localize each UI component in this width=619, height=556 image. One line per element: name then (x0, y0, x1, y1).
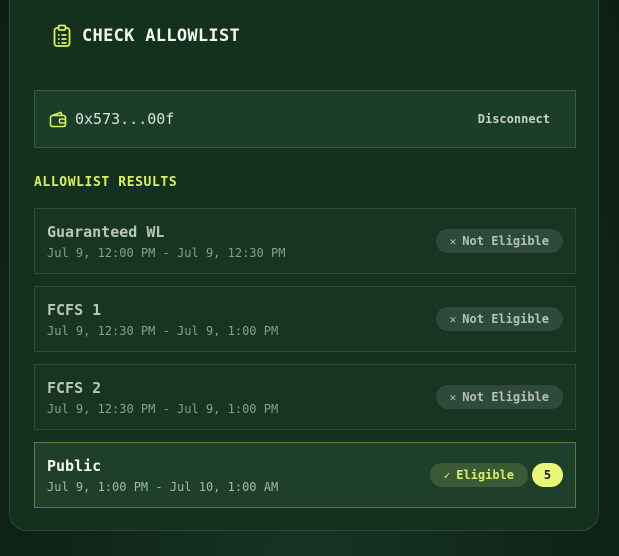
phase-time: Jul 9, 12:30 PM - Jul 9, 1:00 PM (47, 324, 279, 338)
phase-time: Jul 9, 1:00 PM - Jul 10, 1:00 AM (47, 480, 279, 494)
eligible-count-badge: 5 (532, 463, 563, 487)
status-badge: ✕ Not Eligible (435, 307, 563, 331)
allowlist-result-card: FCFS 2 Jul 9, 12:30 PM - Jul 9, 1:00 PM … (34, 364, 576, 430)
phase-name: FCFS 2 (47, 379, 102, 397)
status-badge: ✕ Not Eligible (435, 385, 563, 409)
phase-name: FCFS 1 (47, 301, 102, 319)
wallet-address: 0x573...00f (75, 110, 175, 128)
status-label: Eligible (456, 468, 514, 482)
check-icon: ✓ (443, 468, 451, 482)
status-badge: ✕ Not Eligible (435, 229, 563, 253)
wallet-icon (49, 111, 67, 128)
allowlist-result-card: Public Jul 9, 1:00 PM - Jul 10, 1:00 AM … (34, 442, 576, 508)
phase-time: Jul 9, 12:00 PM - Jul 9, 12:30 PM (47, 246, 286, 260)
status-label: Not Eligible (462, 312, 549, 326)
status-label: Not Eligible (462, 234, 549, 248)
disconnect-button[interactable]: Disconnect (478, 112, 550, 126)
page-title: CHECK ALLOWLIST (82, 26, 241, 46)
page-background: CHECK ALLOWLIST 0x573...00f Disconnect A… (0, 0, 619, 556)
x-icon: ✕ (449, 312, 457, 326)
connected-wallet-bar: 0x573...00f Disconnect (34, 90, 576, 148)
phase-time: Jul 9, 12:30 PM - Jul 9, 1:00 PM (47, 402, 279, 416)
x-icon: ✕ (449, 234, 457, 248)
panel-header: CHECK ALLOWLIST (52, 24, 240, 48)
status-badge: ✓ Eligible (429, 463, 528, 487)
results-heading: ALLOWLIST RESULTS (34, 175, 178, 190)
phase-name: Public (47, 457, 102, 475)
status-label: Not Eligible (462, 390, 549, 404)
allowlist-result-card: Guaranteed WL Jul 9, 12:00 PM - Jul 9, 1… (34, 208, 576, 274)
clipboard-list-icon (53, 24, 71, 47)
allowlist-result-card: FCFS 1 Jul 9, 12:30 PM - Jul 9, 1:00 PM … (34, 286, 576, 352)
x-icon: ✕ (449, 390, 457, 404)
phase-name: Guaranteed WL (47, 223, 165, 241)
